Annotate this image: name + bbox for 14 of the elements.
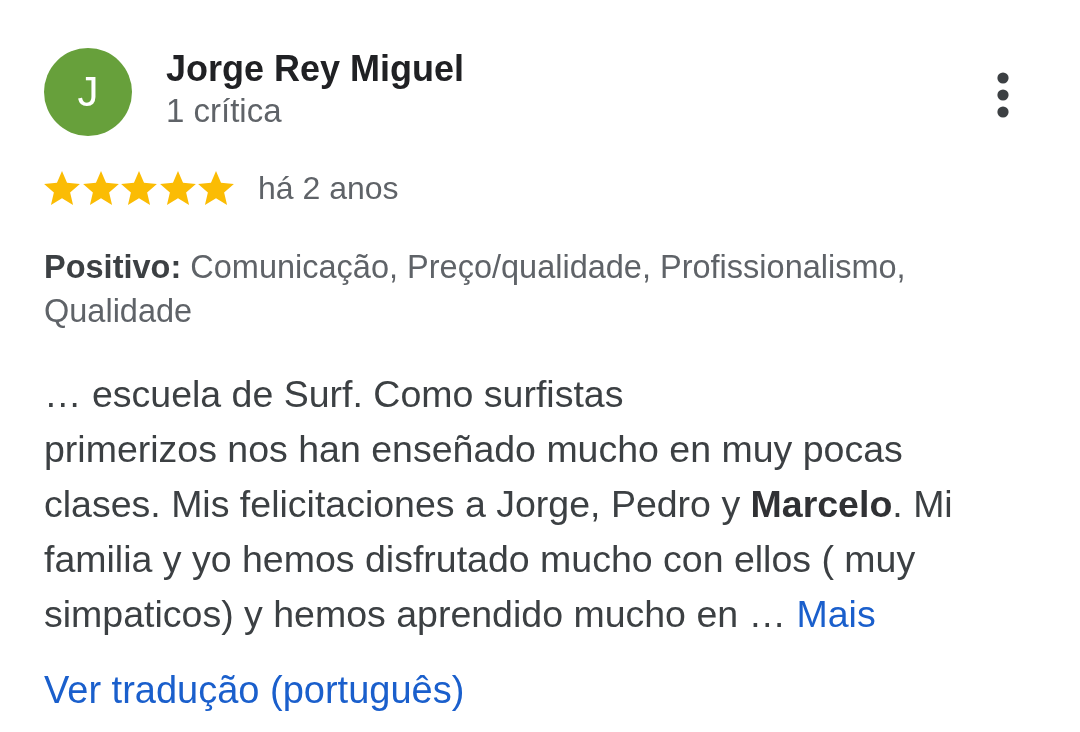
translate-link[interactable]: Ver tradução (português) (44, 668, 465, 712)
star-icon (44, 171, 80, 205)
more-link[interactable]: Mais (796, 593, 876, 635)
star-icon (82, 171, 119, 205)
review-highlights: Positivo: Comunicação, Preço/qualidade, Profissionalismo, Qualidade (44, 248, 907, 331)
star-icon (198, 171, 234, 205)
avatar: J (44, 48, 132, 136)
review-count: 1 crítica (166, 91, 282, 131)
review-time: há 2 anos (258, 169, 399, 207)
review-text: … escuela de Surf. Como surfistas primerizos nos han enseñado mucho en muy pocas clases. Mis felicitaciones a Jorge, Pedro y Marcelo. Mi familia y yo hemos disfrutado mucho con ellos ( muy simpaticos) y hemos aprendido mucho en … Mais (44, 372, 954, 637)
star-icon (159, 171, 196, 205)
star-icon (121, 171, 157, 205)
more-options-icon[interactable] (997, 72, 1009, 118)
author-name: Jorge Rey Miguel (166, 48, 465, 90)
